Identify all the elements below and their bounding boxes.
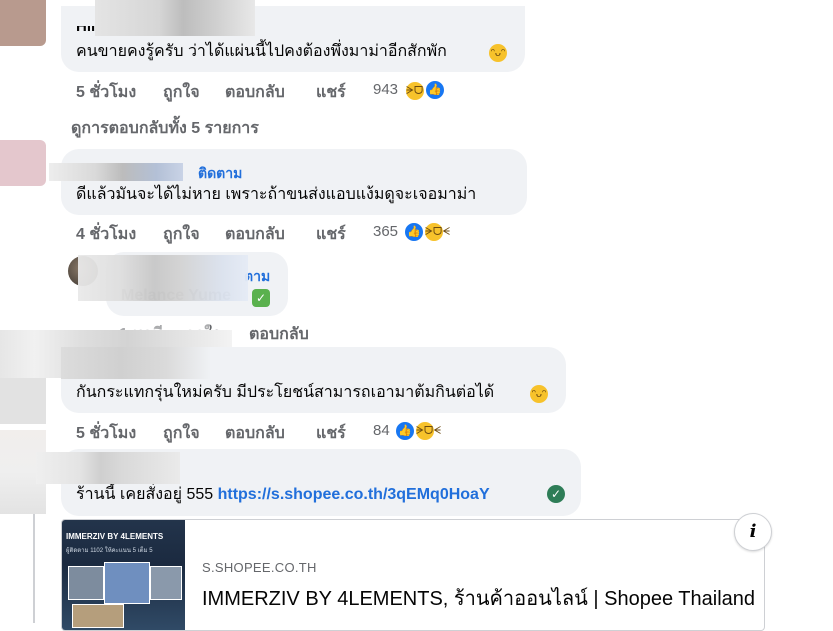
reply-button[interactable]: ตอบกลับ <box>225 222 285 247</box>
comment-text-prefix: ร้านนี้ เคยสั่งอยู่ 555 <box>76 486 218 503</box>
like-reaction-icon: 👍 <box>403 221 425 243</box>
share-button[interactable]: แชร์ <box>316 421 346 446</box>
reaction-count[interactable]: 943 <box>373 81 398 98</box>
reply-button[interactable]: ตอบกลับ <box>249 322 309 347</box>
check-mark-icon: ✓ <box>547 485 565 503</box>
share-button[interactable]: แชร์ <box>316 80 346 105</box>
thumb-product-image <box>68 566 104 600</box>
haha-reaction-icon: ᗒᗜᗕ <box>414 420 441 442</box>
avatar[interactable] <box>0 0 46 46</box>
grin-sweat-emoji: ᵔᴗᵔ <box>489 44 507 62</box>
comment-time[interactable]: 5 ชั่วโมง <box>76 421 136 446</box>
redacted-name <box>49 163 183 181</box>
like-button[interactable]: ถูกใจ <box>163 421 200 446</box>
reply-button[interactable]: ตอบกลับ <box>225 80 285 105</box>
thread-line <box>33 514 35 623</box>
info-button[interactable]: i <box>734 513 772 551</box>
thumb-product-image <box>72 604 124 628</box>
shop-thumbnail[interactable]: IMMERZIV BY 4LEMENTS ผู้ติดตาม 1102 ให้ค… <box>62 520 185 630</box>
view-replies-link[interactable]: ดูการตอบกลับทั้ง 5 รายการ <box>71 116 259 141</box>
comment-text: กันกระแทกรุ่นใหม่ครับ มีประโยชน์สามารถเอ… <box>76 384 495 401</box>
avatar[interactable] <box>0 140 46 186</box>
link-preview-card[interactable]: IMMERZIV BY 4LEMENTS ผู้ติดตาม 1102 ให้ค… <box>61 519 765 631</box>
check-mark-emoji: ✓ <box>252 289 270 307</box>
preview-domain: S.SHOPEE.CO.TH <box>202 560 317 575</box>
redacted-name <box>36 452 180 484</box>
avatar[interactable] <box>0 378 46 424</box>
comment-text: ร้านนี้ เคยสั่งอยู่ 555 https://s.shopee… <box>76 485 490 505</box>
shopee-link[interactable]: https://s.shopee.co.th/3qEMq0HoaY <box>218 486 490 503</box>
thumb-title: IMMERZIV BY 4LEMENTS <box>66 532 164 541</box>
comment-text: คนขายคงรู้ครับ ว่าได้แผ่นนี้ไปคงต้องพึ่ง… <box>76 43 447 60</box>
grin-sweat-emoji: ᵔᴗᵔ <box>530 385 548 403</box>
info-icon: i <box>749 521 757 542</box>
comment-time[interactable]: 5 ชั่วโมง <box>76 80 136 105</box>
follow-button[interactable]: ติดตาม <box>198 163 242 185</box>
comment-time[interactable]: 4 ชั่วโมง <box>76 222 136 247</box>
thumb-product-image <box>150 566 182 600</box>
reaction-count[interactable]: 365 <box>373 223 398 240</box>
reply-button[interactable]: ตอบกลับ <box>225 421 285 446</box>
haha-reaction-icon: ᗒᗜᗕ <box>404 80 431 102</box>
thumb-product-image <box>104 562 150 604</box>
redacted-name <box>78 255 248 301</box>
like-reaction-icon: 👍 <box>394 420 416 442</box>
redacted-name <box>61 347 211 379</box>
reaction-count[interactable]: 84 <box>373 422 390 439</box>
like-button[interactable]: ถูกใจ <box>163 222 200 247</box>
like-button[interactable]: ถูกใจ <box>163 80 200 105</box>
comment-text: ดีแล้วมันจะได้ไม่หาย เพราะถ้าขนส่งแอบแง้… <box>76 186 477 203</box>
thumb-subtitle: ผู้ติดตาม 1102 ให้คะแนน 5 เต็ม 5 <box>66 548 153 554</box>
redacted-name <box>95 0 255 36</box>
haha-reaction-icon: ᗒᗜᗕ <box>423 221 450 243</box>
comment-bubble: Hillsin Gaming คนขายคงรู้ครับ ว่าได้แผ่น… <box>61 0 525 72</box>
share-button[interactable]: แชร์ <box>316 222 346 247</box>
preview-title[interactable]: IMMERZIV BY 4LEMENTS, ร้านค้าออนไลน์ | S… <box>202 582 755 614</box>
comment-bubble: ติดตาม ดีแล้วมันจะได้ไม่หาย เพราะถ้าขนส่… <box>49 149 527 215</box>
like-reaction-icon: 👍 <box>424 79 446 101</box>
